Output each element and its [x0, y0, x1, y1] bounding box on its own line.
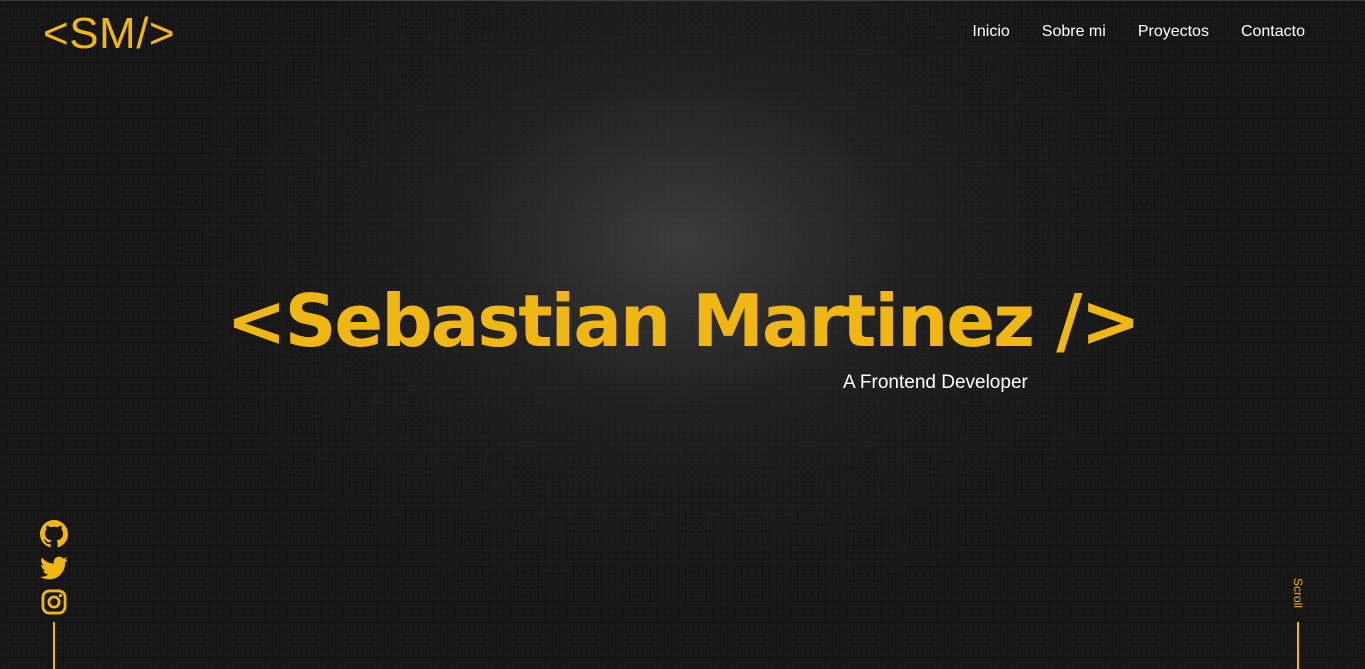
- instagram-icon: [41, 589, 67, 615]
- nav-link-inicio[interactable]: Inicio: [972, 22, 1009, 42]
- github-icon: [40, 520, 68, 548]
- nav-link-proyectos[interactable]: Proyectos: [1138, 22, 1209, 42]
- twitter-link[interactable]: [40, 554, 68, 582]
- social-divider-line: [53, 622, 55, 669]
- top-border: [0, 0, 1365, 1]
- twitter-icon: [40, 556, 68, 580]
- hero-title: <Sebastian Martinez />: [226, 279, 1141, 363]
- social-links: [40, 520, 68, 616]
- nav-link-sobre-mi[interactable]: Sobre mi: [1042, 22, 1106, 42]
- github-link[interactable]: [40, 520, 68, 548]
- instagram-link[interactable]: [40, 588, 68, 616]
- nav-link-contacto[interactable]: Contacto: [1241, 22, 1305, 42]
- scroll-label: Scroll: [1291, 578, 1305, 609]
- scroll-indicator[interactable]: Scroll: [1288, 578, 1308, 618]
- main-nav: Inicio Sobre mi Proyectos Contacto: [972, 22, 1305, 42]
- site-logo[interactable]: <SM/>: [43, 8, 175, 60]
- scroll-line: [1297, 622, 1299, 669]
- hero-subtitle: A Frontend Developer: [843, 372, 1028, 393]
